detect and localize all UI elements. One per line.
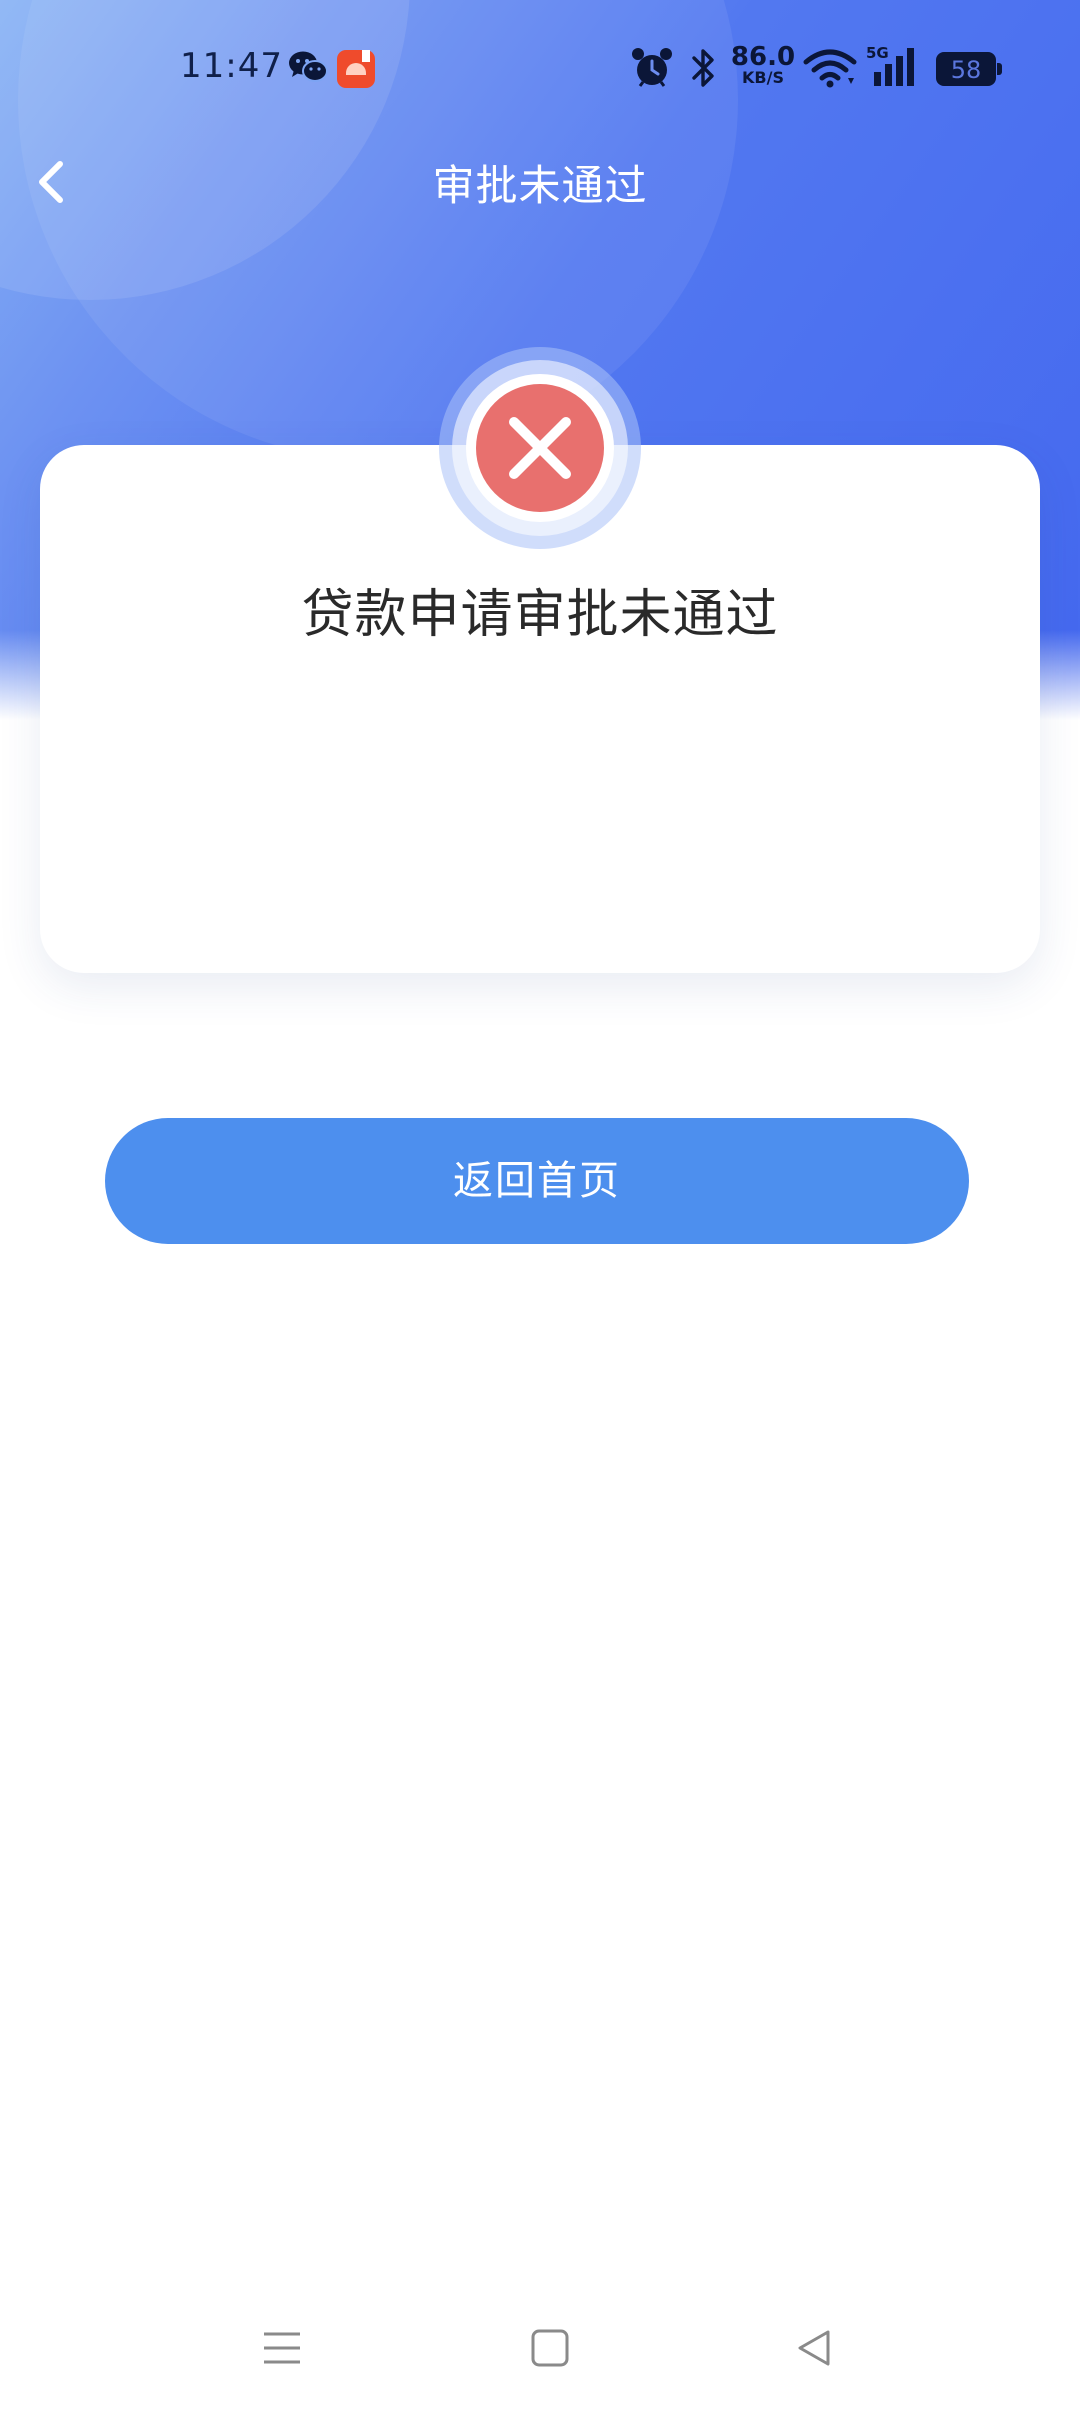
alarm-icon — [630, 46, 674, 94]
status-bar: 11:47 86.0 KB/S 5G 58 — [0, 0, 1080, 140]
back-triangle-icon[interactable] — [794, 2326, 834, 2374]
app-notification-icon — [337, 50, 375, 88]
battery-icon: 58 — [936, 52, 1002, 86]
net-speed-value: 86.0 — [730, 42, 796, 72]
system-navigation-bar — [0, 2300, 1080, 2412]
result-message: 贷款申请审批未通过 — [301, 585, 779, 645]
net-speed-indicator: 86.0 KB/S — [728, 44, 798, 86]
network-type-label: 5G — [866, 44, 889, 62]
signal-icon: 5G — [866, 44, 922, 92]
return-home-button[interactable]: 返回首页 — [105, 1118, 969, 1244]
wifi-icon — [802, 48, 858, 92]
close-circle-icon — [436, 344, 644, 552]
page-title: 审批未通过 — [432, 161, 648, 210]
menu-icon[interactable] — [262, 2326, 302, 2374]
bluetooth-icon — [688, 46, 718, 94]
net-speed-unit: KB/S — [742, 68, 784, 87]
home-square-icon[interactable] — [530, 2326, 570, 2374]
wechat-icon — [288, 50, 328, 88]
battery-level: 58 — [950, 56, 982, 84]
status-time: 11:47 — [180, 46, 283, 86]
